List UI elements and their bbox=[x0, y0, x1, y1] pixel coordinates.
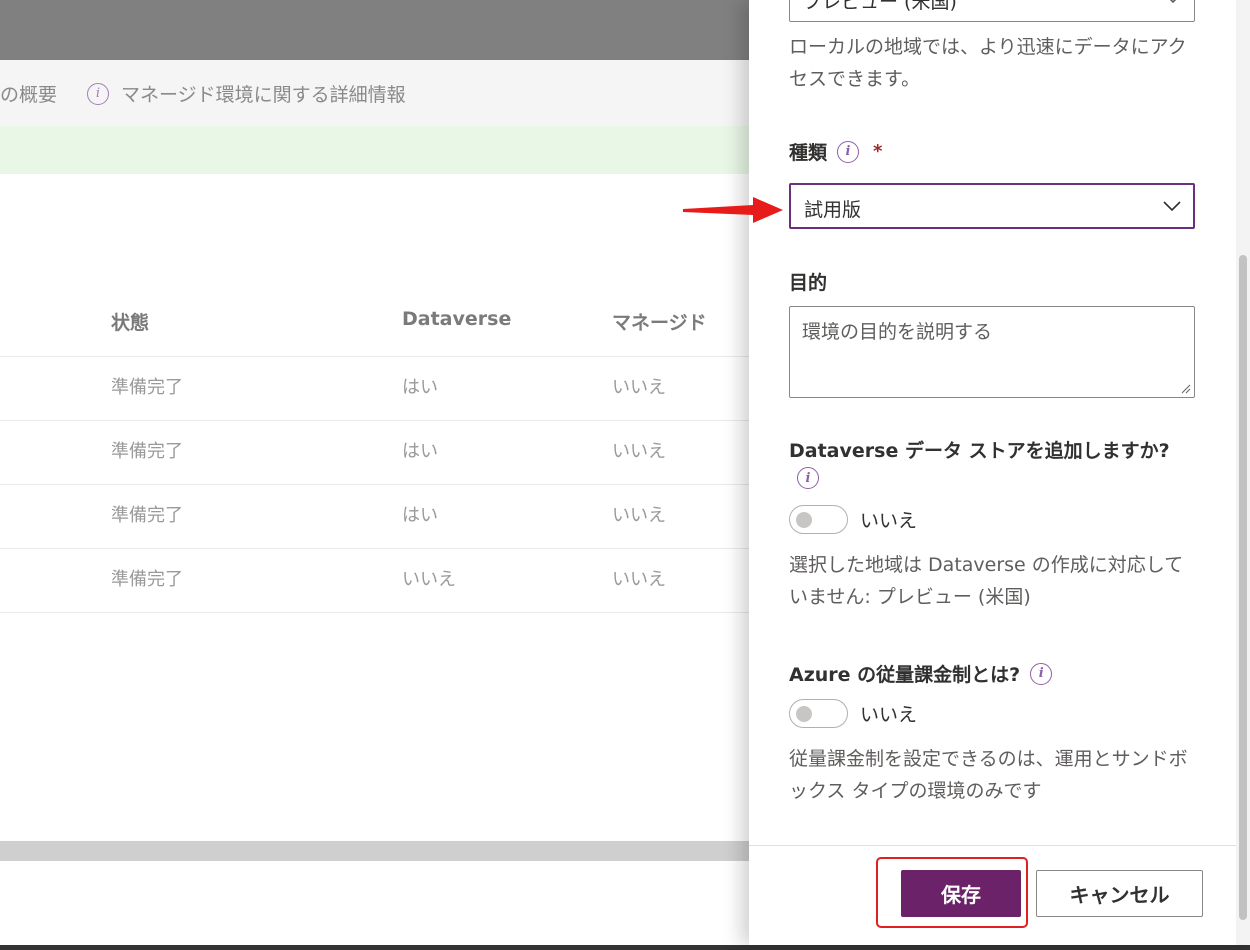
type-label: 種類 i * bbox=[789, 138, 882, 165]
resize-grip-icon[interactable] bbox=[1181, 384, 1191, 394]
panel-scrollbar[interactable] bbox=[1236, 0, 1250, 945]
managed-cell: いいえ bbox=[612, 505, 666, 526]
managed-info-link[interactable]: i マネージド環境に関する詳細情報 bbox=[87, 80, 406, 107]
managed-cell: いいえ bbox=[612, 569, 666, 590]
horizontal-scrollbar[interactable] bbox=[0, 841, 760, 861]
azure-billing-label-text: Azure の従量課金制とは? bbox=[789, 664, 1021, 686]
region-selected-value: プレビュー (米国) bbox=[803, 0, 957, 13]
dataverse-cell: はい bbox=[402, 377, 438, 398]
toggle-knob bbox=[796, 706, 812, 722]
taskbar-strip bbox=[0, 945, 1250, 950]
page-footer bbox=[0, 861, 760, 945]
status-cell: 準備完了 bbox=[111, 441, 183, 462]
dataverse-cell: はい bbox=[402, 441, 438, 462]
panel-scrollbar-thumb[interactable] bbox=[1239, 255, 1247, 920]
table-row[interactable]: 準備完了 いいえ いいえ bbox=[0, 549, 760, 613]
dataverse-label: Dataverse データ ストアを追加しますか? bbox=[789, 436, 1170, 463]
divider bbox=[749, 845, 1236, 846]
purpose-label: 目的 bbox=[789, 268, 827, 295]
managed-info-label: マネージド環境に関する詳細情報 bbox=[121, 84, 406, 106]
purpose-label-text: 目的 bbox=[789, 272, 828, 294]
type-selected-value: 試用版 bbox=[804, 199, 862, 221]
type-label-text: 種類 bbox=[789, 142, 828, 164]
column-header-managed[interactable]: マネージド bbox=[612, 308, 707, 335]
dataverse-help-text: 選択した地域は Dataverse の作成に対応していません: プレビュー (米… bbox=[789, 554, 1184, 608]
column-header-status[interactable]: 状態 bbox=[111, 308, 149, 335]
toggle-knob bbox=[796, 512, 812, 528]
table-row[interactable]: 準備完了 はい いいえ bbox=[0, 485, 760, 549]
purpose-placeholder: 環境の目的を説明する bbox=[802, 321, 993, 343]
status-cell: 準備完了 bbox=[111, 505, 183, 526]
save-button[interactable]: 保存 bbox=[901, 870, 1021, 917]
region-dropdown[interactable]: プレビュー (米国) bbox=[789, 0, 1195, 22]
dataverse-cell: いいえ bbox=[402, 569, 456, 590]
command-bar: の概要 i マネージド環境に関する詳細情報 bbox=[0, 60, 760, 126]
azure-billing-help-text: 従量課金制を設定できるのは、運用とサンドボックス タイプの環境のみです bbox=[789, 748, 1188, 802]
chevron-down-icon bbox=[1169, 0, 1177, 4]
info-icon: i bbox=[87, 82, 109, 105]
table-row[interactable]: 準備完了 はい いいえ bbox=[0, 421, 760, 485]
info-icon[interactable]: i bbox=[1030, 662, 1053, 685]
managed-cell: いいえ bbox=[612, 377, 666, 398]
chevron-down-icon bbox=[1163, 201, 1181, 212]
dataverse-toggle[interactable] bbox=[789, 505, 848, 534]
status-cell: 準備完了 bbox=[111, 569, 183, 590]
required-mark: * bbox=[873, 141, 883, 162]
cancel-button[interactable]: キャンセル bbox=[1036, 870, 1203, 917]
info-icon[interactable]: i bbox=[797, 467, 819, 489]
managed-cell: いいえ bbox=[612, 441, 666, 462]
table-row[interactable]: 準備完了 はい いいえ bbox=[0, 357, 760, 421]
azure-billing-label: Azure の従量課金制とは? i bbox=[789, 660, 1053, 687]
column-header-dataverse[interactable]: Dataverse bbox=[402, 308, 511, 330]
info-icon[interactable]: i bbox=[837, 140, 860, 163]
dataverse-info: i bbox=[797, 467, 819, 489]
overview-label: の概要 bbox=[0, 84, 58, 106]
dataverse-toggle-row: いいえ bbox=[789, 505, 917, 534]
dataverse-toggle-label: いいえ bbox=[860, 510, 918, 532]
azure-billing-toggle-label: いいえ bbox=[860, 704, 918, 726]
type-dropdown[interactable]: 試用版 bbox=[789, 183, 1195, 229]
region-help-text: ローカルの地域では、より迅速にデータにアクセスできます。 bbox=[789, 36, 1187, 90]
overview-link[interactable]: の概要 bbox=[0, 80, 57, 107]
annotation-arrow-icon bbox=[683, 197, 783, 223]
dataverse-cell: はい bbox=[402, 505, 438, 526]
top-bar bbox=[0, 0, 760, 60]
notification-banner bbox=[0, 126, 760, 174]
purpose-textarea[interactable]: 環境の目的を説明する bbox=[789, 306, 1195, 398]
status-cell: 準備完了 bbox=[111, 377, 183, 398]
azure-billing-toggle-row: いいえ bbox=[789, 699, 917, 728]
azure-billing-toggle[interactable] bbox=[789, 699, 848, 728]
dataverse-label-text: Dataverse データ ストアを追加しますか? bbox=[789, 440, 1170, 462]
